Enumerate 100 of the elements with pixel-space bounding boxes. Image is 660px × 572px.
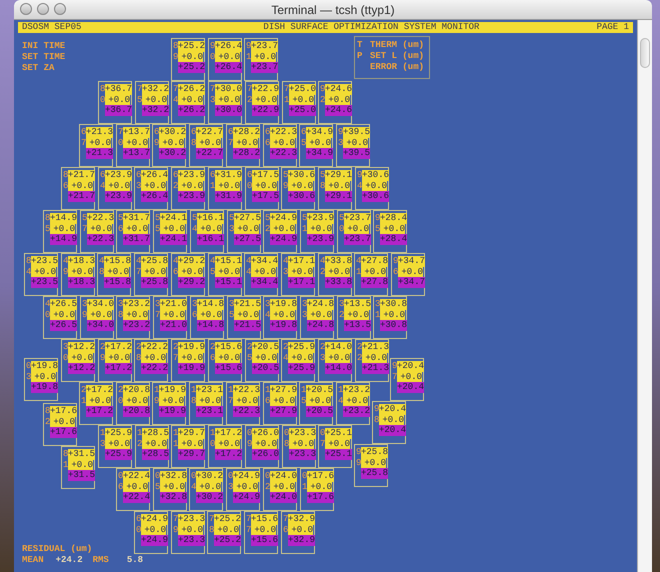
thermal-index: 7 xyxy=(210,84,215,94)
error-value: +15.1 xyxy=(215,277,242,288)
therm-value: +23.7 xyxy=(344,213,372,224)
set-value: +0.0 xyxy=(68,180,93,191)
therm-value: +22.2 xyxy=(141,342,168,352)
error-value: +29.2 xyxy=(178,277,206,288)
set-value: +0.0 xyxy=(196,482,221,492)
thermal-index: 7 xyxy=(284,84,289,94)
position-index: 8 xyxy=(99,266,104,277)
set-value: +0.0 xyxy=(178,524,203,535)
thermal-index: 4 xyxy=(99,256,104,266)
therm-value: +24.0 xyxy=(270,471,298,482)
position-index: 3 xyxy=(228,482,233,492)
set-value: +0.0 xyxy=(270,482,295,492)
position-index: 4 xyxy=(100,180,105,191)
thermal-index: 4 xyxy=(246,256,251,266)
error-value: +19.9 xyxy=(159,406,186,416)
error-value: +22.3 xyxy=(270,148,298,158)
position-index: 5 xyxy=(375,224,380,234)
therm-value: +21.0 xyxy=(160,299,188,310)
minimize-icon[interactable] xyxy=(37,3,49,15)
therm-value: +25.0 xyxy=(289,84,316,94)
thermal-index: 6 xyxy=(191,127,196,138)
position-index: 8 xyxy=(320,180,325,191)
thermal-index: 8 xyxy=(63,170,68,180)
error-value: +23.7 xyxy=(251,62,278,72)
thermal-index: 5 xyxy=(320,170,325,180)
set-value: +0.0 xyxy=(141,352,166,363)
error-value: +21.0 xyxy=(160,320,188,330)
therm-value: +22.3 xyxy=(233,385,260,396)
set-value: +0.0 xyxy=(87,310,112,320)
position-index: 6 xyxy=(265,396,270,406)
thermal-index: 1 xyxy=(210,428,215,438)
position-index: 3 xyxy=(26,372,31,382)
position-index: 4 xyxy=(192,224,197,234)
error-value: +18.3 xyxy=(68,277,96,288)
therm-value: +23.9 xyxy=(307,213,334,224)
error-value: +31.9 xyxy=(215,191,242,202)
position-index: 5 xyxy=(155,224,160,234)
position-index: 4 xyxy=(338,396,343,406)
set-value: +0.0 xyxy=(178,180,203,191)
error-value: +29.7 xyxy=(178,449,206,460)
thermal-index: 6 xyxy=(173,170,178,180)
set-value: +0.0 xyxy=(325,438,350,449)
position-index: 1 xyxy=(375,310,380,320)
error-value: +19.8 xyxy=(270,320,298,330)
therm-value: +31.7 xyxy=(123,213,150,224)
set-value: +0.0 xyxy=(178,52,203,62)
set-value: +0.0 xyxy=(215,180,240,191)
position-index: 1 xyxy=(356,266,361,277)
therm-value: +30.2 xyxy=(159,127,186,138)
thermal-index: 0 xyxy=(302,471,307,482)
error-value: +30.6 xyxy=(288,191,316,202)
zoom-icon[interactable] xyxy=(54,3,66,15)
error-value: +31.5 xyxy=(68,470,96,480)
set-value: +0.0 xyxy=(270,310,295,320)
error-value: +25.1 xyxy=(325,449,352,460)
scroll-thumb[interactable] xyxy=(640,38,650,68)
thermal-index: 9 xyxy=(320,84,325,94)
therm-value: +30.6 xyxy=(362,170,390,180)
position-index: 6 xyxy=(192,310,197,320)
therm-value: +20.8 xyxy=(123,385,150,396)
position-index: 9 xyxy=(173,524,178,535)
set-value: +0.0 xyxy=(178,266,203,277)
error-value: +16.1 xyxy=(197,234,224,244)
set-value: +0.0 xyxy=(141,524,166,535)
thermal-index: 5 xyxy=(192,213,197,224)
position-index: 9 xyxy=(173,52,178,62)
set-value: +0.0 xyxy=(68,460,93,470)
error-value: +19.8 xyxy=(31,382,58,392)
info-label: INI TIME xyxy=(22,41,66,52)
position-index: 5 xyxy=(301,396,306,406)
set-value: +0.0 xyxy=(325,352,350,363)
position-index: 2 xyxy=(247,94,252,105)
thermal-index: 2 xyxy=(283,342,288,352)
legend-key: P xyxy=(357,51,370,62)
scroll-bar[interactable] xyxy=(637,20,652,572)
error-value: +23.7 xyxy=(344,234,372,244)
page-number: PAGE 1 xyxy=(596,20,629,34)
therm-value: +20.5 xyxy=(252,342,280,352)
error-value: +30.6 xyxy=(362,191,390,202)
thermal-index: 6 xyxy=(81,127,86,138)
therm-value: +22.3 xyxy=(87,213,114,224)
therm-value: +32.8 xyxy=(160,471,188,482)
therm-value: +17.6 xyxy=(307,471,334,482)
therm-value: +32.2 xyxy=(142,84,170,94)
set-value: +0.0 xyxy=(325,180,350,191)
close-icon[interactable] xyxy=(20,3,32,15)
error-value: +15.6 xyxy=(215,363,242,374)
error-value: +19.9 xyxy=(178,363,206,374)
error-value: +22.3 xyxy=(87,234,114,244)
position-index: 0 xyxy=(63,352,68,363)
position-index: 6 xyxy=(63,180,68,191)
error-value: +32.8 xyxy=(160,492,188,502)
set-value: +0.0 xyxy=(398,266,423,277)
thermal-index: 8 xyxy=(173,41,178,52)
therm-value: +23.3 xyxy=(289,428,316,438)
error-value: +23.9 xyxy=(178,191,206,202)
therm-value: +24.9 xyxy=(270,213,298,224)
therm-value: +28.2 xyxy=(233,127,260,138)
